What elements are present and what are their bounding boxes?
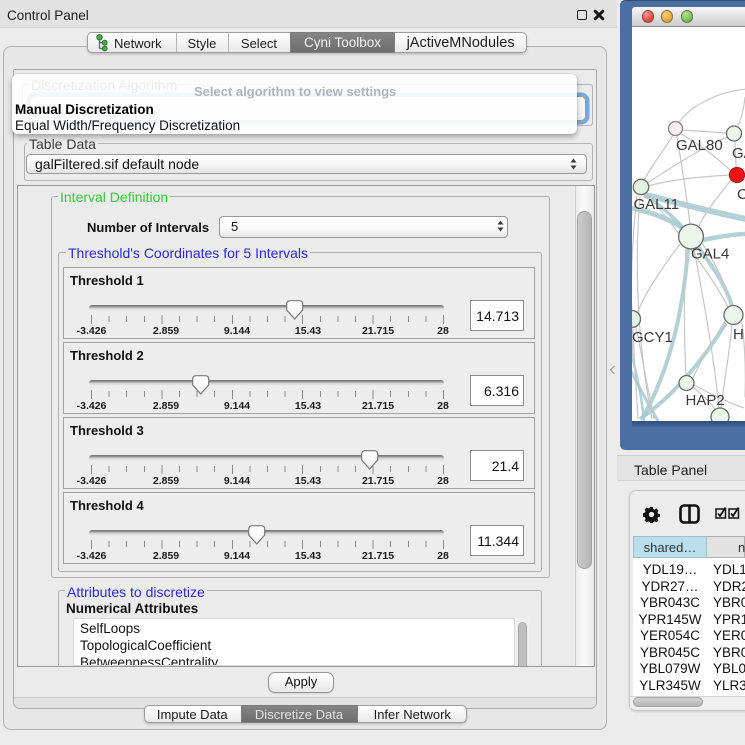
svg-text:GCY1: GCY1 xyxy=(632,329,673,346)
svg-text:GAL80: GAL80 xyxy=(676,137,723,154)
svg-text:GAL1: GAL1 xyxy=(732,145,745,162)
svg-text:HAP2: HAP2 xyxy=(686,392,725,409)
svg-text:H: H xyxy=(733,326,744,343)
svg-text:GAL4: GAL4 xyxy=(691,246,729,263)
svg-text:GAL11: GAL11 xyxy=(634,196,680,213)
svg-text:C: C xyxy=(737,186,745,203)
